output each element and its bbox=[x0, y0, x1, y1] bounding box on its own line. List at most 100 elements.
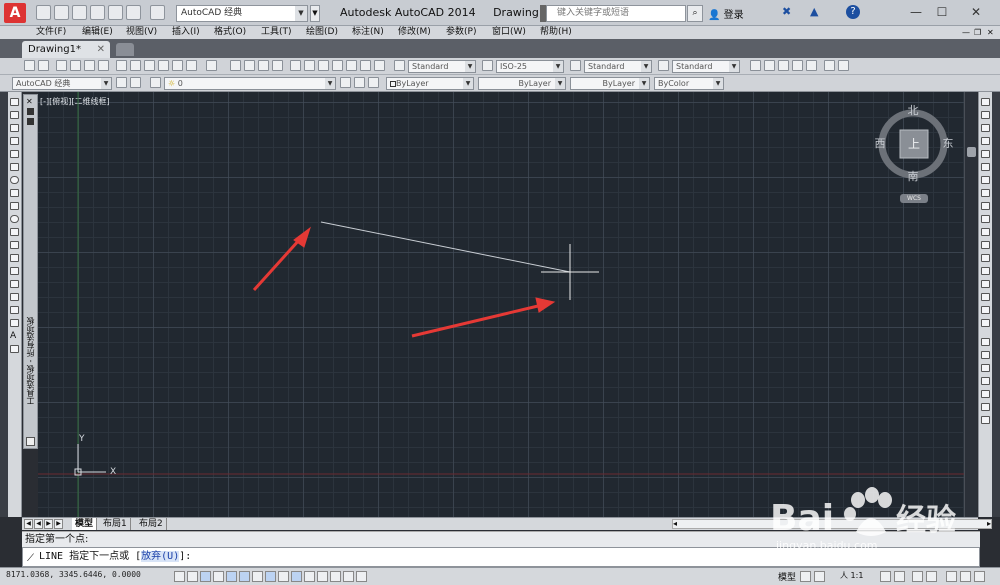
polar-tracking-icon[interactable] bbox=[226, 571, 237, 582]
autocad-logo-icon[interactable]: A bbox=[4, 3, 26, 23]
dim-style-icon[interactable] bbox=[482, 60, 493, 71]
zoom-previous-icon[interactable] bbox=[272, 60, 283, 71]
snap-mode-icon[interactable] bbox=[187, 571, 198, 582]
annotation-visibility-icon[interactable] bbox=[880, 571, 891, 582]
menu-edit[interactable]: 编辑(E) bbox=[82, 26, 113, 39]
region-icon[interactable] bbox=[10, 306, 19, 314]
break-at-point-icon[interactable] bbox=[981, 241, 990, 249]
save-icon[interactable] bbox=[72, 5, 87, 20]
menu-window[interactable]: 窗口(W) bbox=[492, 26, 526, 39]
copy-object-icon[interactable] bbox=[981, 111, 990, 119]
menu-help[interactable]: 帮助(H) bbox=[540, 26, 572, 39]
array-icon[interactable] bbox=[981, 150, 990, 158]
orbit-icon[interactable] bbox=[764, 60, 775, 71]
scroll-thumb[interactable] bbox=[967, 147, 976, 157]
extend-icon[interactable] bbox=[981, 228, 990, 236]
new-file-icon[interactable] bbox=[36, 5, 51, 20]
layer-state-icon[interactable] bbox=[368, 77, 379, 88]
palette-settings-icon[interactable] bbox=[26, 437, 35, 446]
doc-restore-button[interactable]: ❐ bbox=[974, 26, 981, 39]
bring-to-front-icon[interactable] bbox=[981, 351, 990, 359]
close-icon[interactable]: ✕ bbox=[97, 41, 105, 58]
workspace-select[interactable]: AutoCAD 经典 ▼ bbox=[12, 77, 112, 90]
ellipse-arc-icon[interactable] bbox=[10, 228, 19, 236]
markup-icon[interactable] bbox=[346, 60, 357, 71]
publish-icon[interactable] bbox=[70, 60, 81, 71]
search-input[interactable]: 键入关键字或短语 bbox=[546, 5, 686, 22]
redo-icon[interactable] bbox=[206, 60, 217, 71]
tool-palette-panel[interactable]: ✕ 工具选项板 - 所有选项板 bbox=[23, 94, 38, 449]
multileader-style-select[interactable]: Standard ▼ bbox=[672, 60, 740, 73]
paste-icon[interactable] bbox=[144, 60, 155, 71]
rotate-icon[interactable] bbox=[981, 176, 990, 184]
object-snap-icon[interactable] bbox=[239, 571, 250, 582]
plot-style-select[interactable]: ByColor ▼ bbox=[654, 77, 724, 90]
coordinates-display[interactable]: 8171.0368, 3345.6446, 0.0000 bbox=[6, 570, 141, 579]
close-button[interactable]: ✕ bbox=[964, 3, 988, 21]
ortho-mode-icon[interactable] bbox=[213, 571, 224, 582]
new-tab-button[interactable] bbox=[116, 43, 134, 56]
redo-icon[interactable] bbox=[150, 5, 165, 20]
revcloud-icon[interactable] bbox=[10, 189, 19, 197]
tab-layout2[interactable]: 布局2 bbox=[136, 518, 167, 530]
stretch-icon[interactable] bbox=[981, 202, 990, 210]
make-current-layer-icon[interactable] bbox=[340, 77, 351, 88]
pin-icon[interactable] bbox=[27, 108, 34, 115]
hatch-icon[interactable] bbox=[10, 280, 19, 288]
table-style-icon[interactable] bbox=[570, 60, 581, 71]
scale-icon[interactable] bbox=[981, 189, 990, 197]
object-snap-tracking-icon[interactable] bbox=[265, 571, 276, 582]
help-icon[interactable] bbox=[374, 60, 385, 71]
line-icon[interactable] bbox=[10, 98, 19, 106]
polyline-icon[interactable] bbox=[10, 124, 19, 132]
open-file-icon[interactable] bbox=[54, 5, 69, 20]
help-icon[interactable]: ? bbox=[846, 5, 860, 19]
lock-icon[interactable] bbox=[926, 571, 937, 582]
first-layout-icon[interactable]: ◀ bbox=[24, 519, 33, 529]
add-selected-icon[interactable] bbox=[10, 345, 19, 353]
visual-style-icon[interactable] bbox=[778, 60, 789, 71]
hatch-to-back-icon[interactable] bbox=[981, 416, 990, 424]
copy-icon[interactable] bbox=[130, 60, 141, 71]
polygon-icon[interactable] bbox=[10, 137, 19, 145]
linetype-select[interactable]: ByLayer ▼ bbox=[478, 77, 566, 90]
next-layout-icon[interactable]: ▶ bbox=[44, 519, 53, 529]
vertical-scrollbar[interactable] bbox=[964, 92, 977, 517]
solid-edit-icon[interactable] bbox=[838, 60, 849, 71]
box-icon[interactable] bbox=[824, 60, 835, 71]
workspace-settings-icon[interactable] bbox=[116, 77, 127, 88]
make-block-icon[interactable] bbox=[10, 254, 19, 262]
menu-parametric[interactable]: 参数(P) bbox=[446, 26, 476, 39]
join-icon[interactable] bbox=[981, 267, 990, 275]
lineweight-toggle-icon[interactable] bbox=[304, 571, 315, 582]
properties-icon[interactable] bbox=[27, 118, 34, 125]
undo-icon[interactable] bbox=[186, 60, 197, 71]
doc-minimize-button[interactable]: — bbox=[962, 26, 970, 39]
menu-draw[interactable]: 绘图(D) bbox=[306, 26, 338, 39]
menu-modify[interactable]: 修改(M) bbox=[398, 26, 431, 39]
table-style-select[interactable]: Standard ▼ bbox=[584, 60, 652, 73]
rectangle-icon[interactable] bbox=[10, 150, 19, 158]
menu-insert[interactable]: 插入(I) bbox=[172, 26, 200, 39]
doc-close-button[interactable]: ✕ bbox=[987, 26, 994, 39]
offset-icon[interactable] bbox=[981, 137, 990, 145]
annotation-monitor-icon[interactable] bbox=[356, 571, 367, 582]
cut-icon[interactable] bbox=[116, 60, 127, 71]
model-space-button[interactable]: 模型 bbox=[778, 570, 796, 583]
dim-style-select[interactable]: ISO-25 ▼ bbox=[496, 60, 564, 73]
chamfer-icon[interactable] bbox=[981, 280, 990, 288]
tool-palettes-icon[interactable] bbox=[318, 60, 329, 71]
minimize-button[interactable]: — bbox=[904, 3, 928, 21]
text-style-icon[interactable] bbox=[394, 60, 405, 71]
dynamic-ucs-icon[interactable] bbox=[278, 571, 289, 582]
drawing-canvas[interactable]: [-][俯视][二维线框] 上 北 南 东 西 Y X WCS bbox=[38, 92, 964, 517]
mirror-icon[interactable] bbox=[981, 124, 990, 132]
plot-preview-icon[interactable] bbox=[56, 60, 67, 71]
send-to-back-icon[interactable] bbox=[981, 364, 990, 372]
trim-icon[interactable] bbox=[981, 215, 990, 223]
infer-constraints-icon[interactable] bbox=[174, 571, 185, 582]
exchange-icon[interactable]: ✖ bbox=[782, 5, 791, 18]
bring-above-icon[interactable] bbox=[981, 377, 990, 385]
scroll-left-icon[interactable]: ◂ bbox=[673, 519, 677, 528]
layer-select[interactable]: ☼ 0 ▼ bbox=[164, 77, 336, 90]
